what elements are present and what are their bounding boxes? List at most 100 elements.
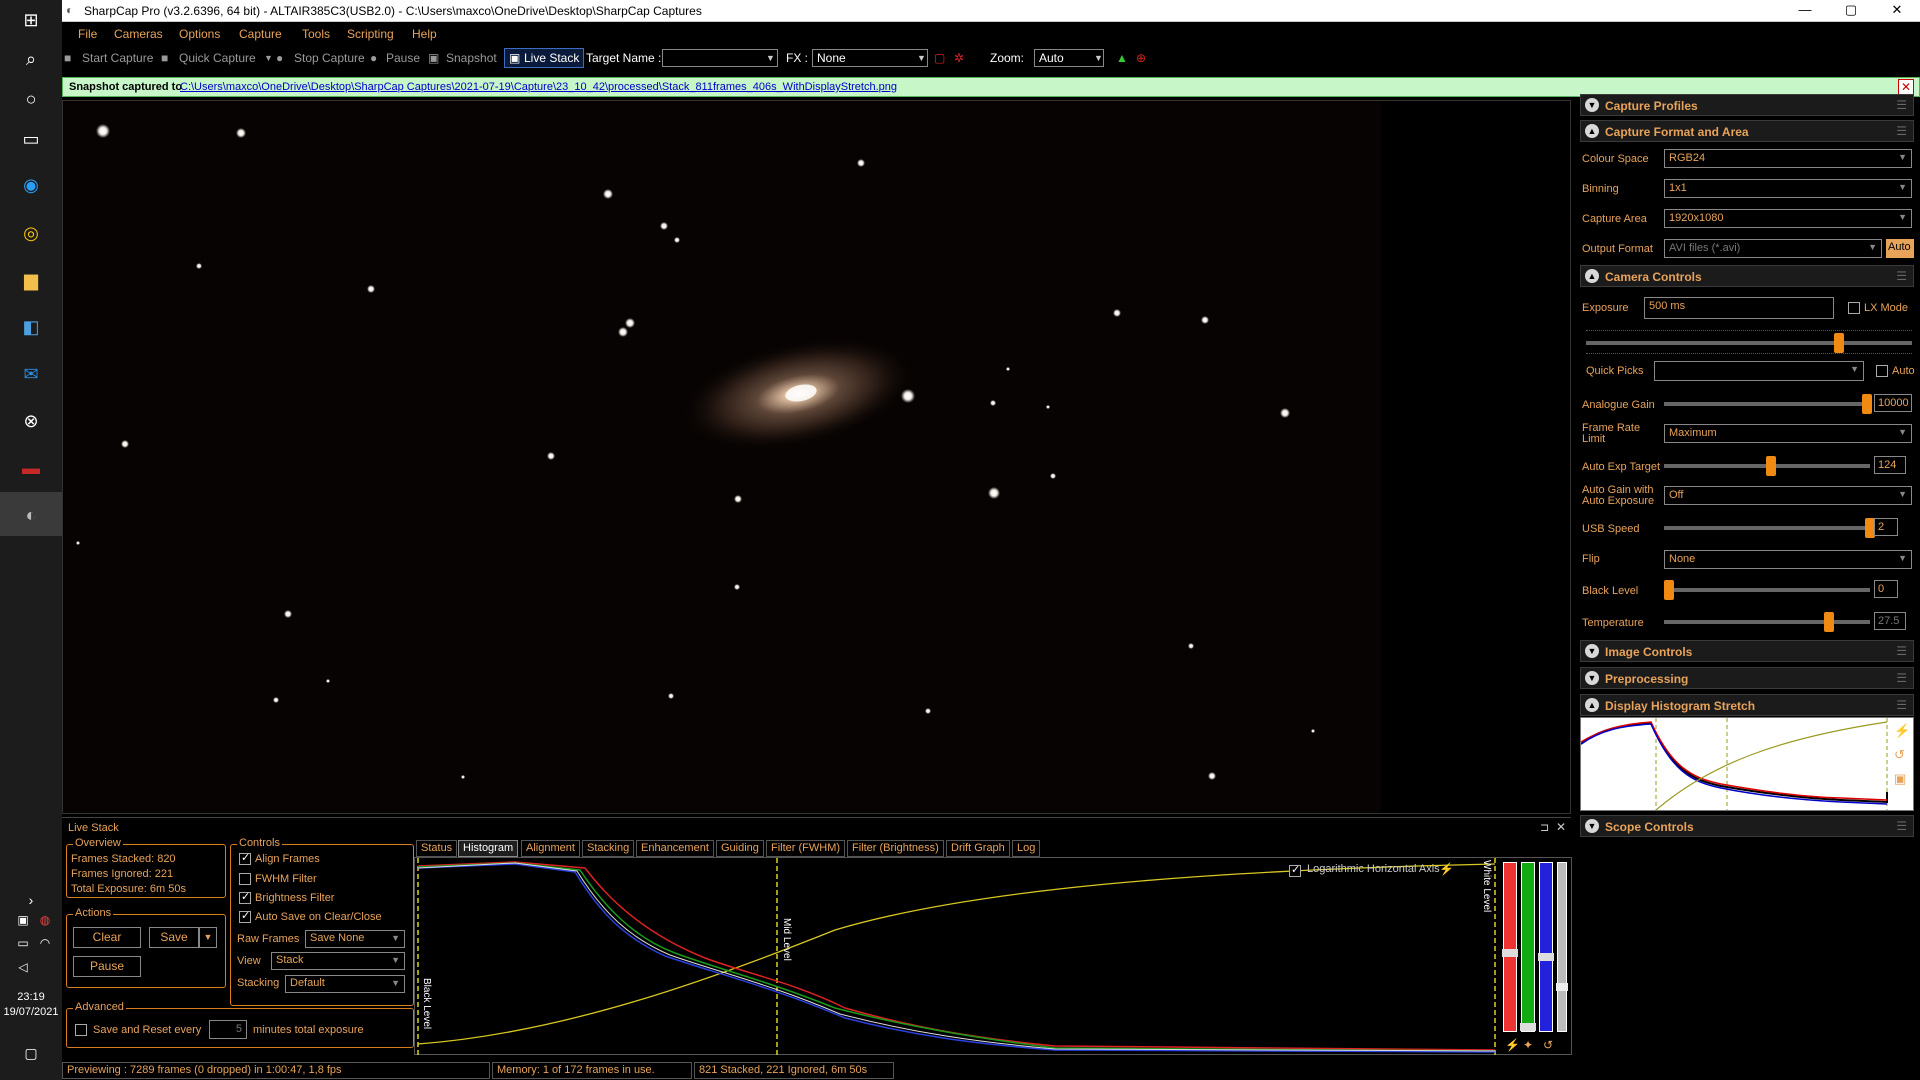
save-reset-checkbox[interactable] xyxy=(75,1024,87,1036)
task-view-icon[interactable]: ▭ xyxy=(16,124,46,154)
save-dropdown-chevron-icon[interactable]: ▼ xyxy=(199,927,217,948)
menu-tools[interactable]: Tools xyxy=(302,27,330,41)
menu-cameras[interactable]: Cameras xyxy=(114,27,163,41)
tab-drift-graph[interactable]: Drift Graph xyxy=(946,840,1010,857)
edge-icon[interactable]: ◉ xyxy=(16,170,46,200)
xbox-icon[interactable]: ⊗ xyxy=(16,406,46,436)
fx-rect-icon[interactable]: ▢ xyxy=(934,51,945,65)
menu-icon[interactable]: ☰ xyxy=(1896,698,1907,712)
menu-icon[interactable]: ☰ xyxy=(1896,269,1907,283)
quick-capture-button[interactable]: Quick Capture xyxy=(179,51,256,65)
display-histogram-header[interactable]: ▲ Display Histogram Stretch ☰ xyxy=(1580,694,1914,716)
search-icon[interactable]: ⌕ xyxy=(16,44,46,74)
store-icon[interactable]: ◧ xyxy=(16,312,46,342)
reset-icon[interactable]: ↺ xyxy=(1894,747,1905,763)
save-button[interactable]: Save xyxy=(149,927,199,948)
green-level-slider[interactable] xyxy=(1520,862,1536,1032)
chevron-down-icon[interactable]: ▼ xyxy=(766,53,775,63)
capture-format-header[interactable]: ▲ Capture Format and Area ☰ xyxy=(1580,120,1914,142)
fwhm-filter-checkbox[interactable] xyxy=(239,873,251,885)
fx-clear-icon[interactable]: ✲ xyxy=(954,51,964,65)
histogram-icon[interactable]: ▲ xyxy=(1116,51,1128,65)
flip-select[interactable]: None ▼ xyxy=(1664,550,1912,569)
reset-icon[interactable]: ↺ xyxy=(1543,1038,1553,1052)
close-button[interactable]: ✕ xyxy=(1874,0,1920,22)
capture-profiles-header[interactable]: ▼ Capture Profiles ☰ xyxy=(1580,94,1914,116)
app-icon[interactable]: ▬ xyxy=(16,453,46,483)
slider-thumb[interactable] xyxy=(1862,394,1872,414)
live-stack-button[interactable]: Live Stack xyxy=(524,51,579,65)
luminance-level-slider[interactable] xyxy=(1556,862,1568,1032)
blue-level-slider[interactable] xyxy=(1538,862,1554,1032)
log-axis-checkbox[interactable] xyxy=(1289,863,1301,877)
lightning-icon[interactable]: ⚡ xyxy=(1439,862,1454,876)
menu-icon[interactable]: ☰ xyxy=(1896,98,1907,112)
auto-gain-select[interactable]: Off ▼ xyxy=(1664,486,1912,505)
windows-start-icon[interactable]: ⊞ xyxy=(16,5,46,35)
align-frames-checkbox[interactable] xyxy=(239,851,251,865)
usb-speed-value[interactable]: 2 xyxy=(1874,518,1898,536)
exposure-slider[interactable] xyxy=(1586,333,1912,353)
tab-filter-brightness[interactable]: Filter (Brightness) xyxy=(847,840,944,857)
scope-controls-header[interactable]: ▼ Scope Controls ☰ xyxy=(1580,815,1914,837)
binning-select[interactable]: 1x1 ▼ xyxy=(1664,179,1912,198)
view-select[interactable]: Stack ▼ xyxy=(271,952,405,970)
display-histogram-graph[interactable] xyxy=(1580,717,1914,811)
auto-exp-target-value[interactable]: 124 xyxy=(1874,456,1906,474)
chrome-icon[interactable]: ◎ xyxy=(16,218,46,248)
save-icon[interactable]: ▣ xyxy=(1894,771,1906,787)
output-format-select[interactable]: AVI files (*.avi) ▼ xyxy=(1664,239,1882,258)
chevron-down-icon[interactable]: ▼ xyxy=(264,53,273,63)
slider-thumb[interactable] xyxy=(1834,333,1844,353)
volume-icon[interactable]: ◁ xyxy=(8,952,38,982)
rgb-level-sliders[interactable] xyxy=(1499,860,1569,1034)
pause-button[interactable]: Pause xyxy=(386,51,420,65)
black-level-slider[interactable] xyxy=(1664,580,1870,600)
red-level-slider[interactable] xyxy=(1502,862,1518,1032)
menu-help[interactable]: Help xyxy=(412,27,437,41)
auto-exp-target-slider[interactable] xyxy=(1664,456,1870,476)
snapshot-path-link[interactable]: C:\Users\maxco\OneDrive\Desktop\SharpCap… xyxy=(180,81,897,93)
lightning-icon[interactable]: ⚡ xyxy=(1894,723,1910,739)
slider-thumb[interactable] xyxy=(1766,456,1776,476)
target-name-input[interactable] xyxy=(662,49,778,67)
pause-button[interactable]: Pause xyxy=(73,956,141,977)
menu-scripting[interactable]: Scripting xyxy=(347,27,394,41)
minimize-button[interactable]: — xyxy=(1782,0,1828,22)
cortana-icon[interactable]: ○ xyxy=(16,84,46,114)
clock[interactable]: 23:19 19/07/2021 xyxy=(0,990,62,1020)
clear-button[interactable]: Clear xyxy=(73,927,141,948)
frame-rate-select[interactable]: Maximum ▼ xyxy=(1664,424,1912,443)
slider-thumb[interactable] xyxy=(1664,580,1674,600)
tab-histogram[interactable]: Histogram xyxy=(458,840,519,857)
chevron-down-icon[interactable]: ▼ xyxy=(1094,53,1103,63)
analogue-gain-value[interactable]: 10000 xyxy=(1874,394,1912,412)
start-capture-button[interactable]: Start Capture xyxy=(82,51,153,65)
lightning-icon[interactable]: ⚡ xyxy=(1505,1038,1520,1052)
slider-thumb[interactable] xyxy=(1520,1023,1536,1031)
chevron-down-icon[interactable]: ▼ xyxy=(917,53,926,63)
raw-frames-select[interactable]: Save None ▼ xyxy=(305,930,405,948)
tab-status[interactable]: Status xyxy=(416,840,458,857)
menu-icon[interactable]: ☰ xyxy=(1896,644,1907,658)
notifications-icon[interactable]: ▢ xyxy=(16,1038,46,1068)
menu-file[interactable]: File xyxy=(78,27,97,41)
black-level-value[interactable]: 0 xyxy=(1874,580,1898,598)
slider-thumb[interactable] xyxy=(1556,983,1568,991)
file-explorer-icon[interactable]: ▆ xyxy=(16,265,46,295)
image-viewport[interactable] xyxy=(62,100,1571,814)
menu-options[interactable]: Options xyxy=(179,27,220,41)
output-format-auto-button[interactable]: Auto xyxy=(1886,239,1914,258)
analogue-gain-slider[interactable] xyxy=(1664,394,1872,414)
tab-alignment[interactable]: Alignment xyxy=(521,840,580,857)
menu-icon[interactable]: ☰ xyxy=(1896,671,1907,685)
tab-log[interactable]: Log xyxy=(1012,840,1041,857)
snapshot-button[interactable]: Snapshot xyxy=(446,51,497,65)
quick-picks-select[interactable]: ▼ xyxy=(1654,361,1864,381)
live-stack-histogram[interactable]: Logarithmic Horizontal Axis ⚡ Black Leve… xyxy=(414,857,1572,1056)
stacking-select[interactable]: Default ▼ xyxy=(285,975,405,993)
tab-enhancement[interactable]: Enhancement xyxy=(636,840,714,857)
fx-select[interactable]: None xyxy=(812,49,928,67)
usb-speed-slider[interactable] xyxy=(1664,518,1875,538)
stop-capture-button[interactable]: Stop Capture xyxy=(294,51,365,65)
